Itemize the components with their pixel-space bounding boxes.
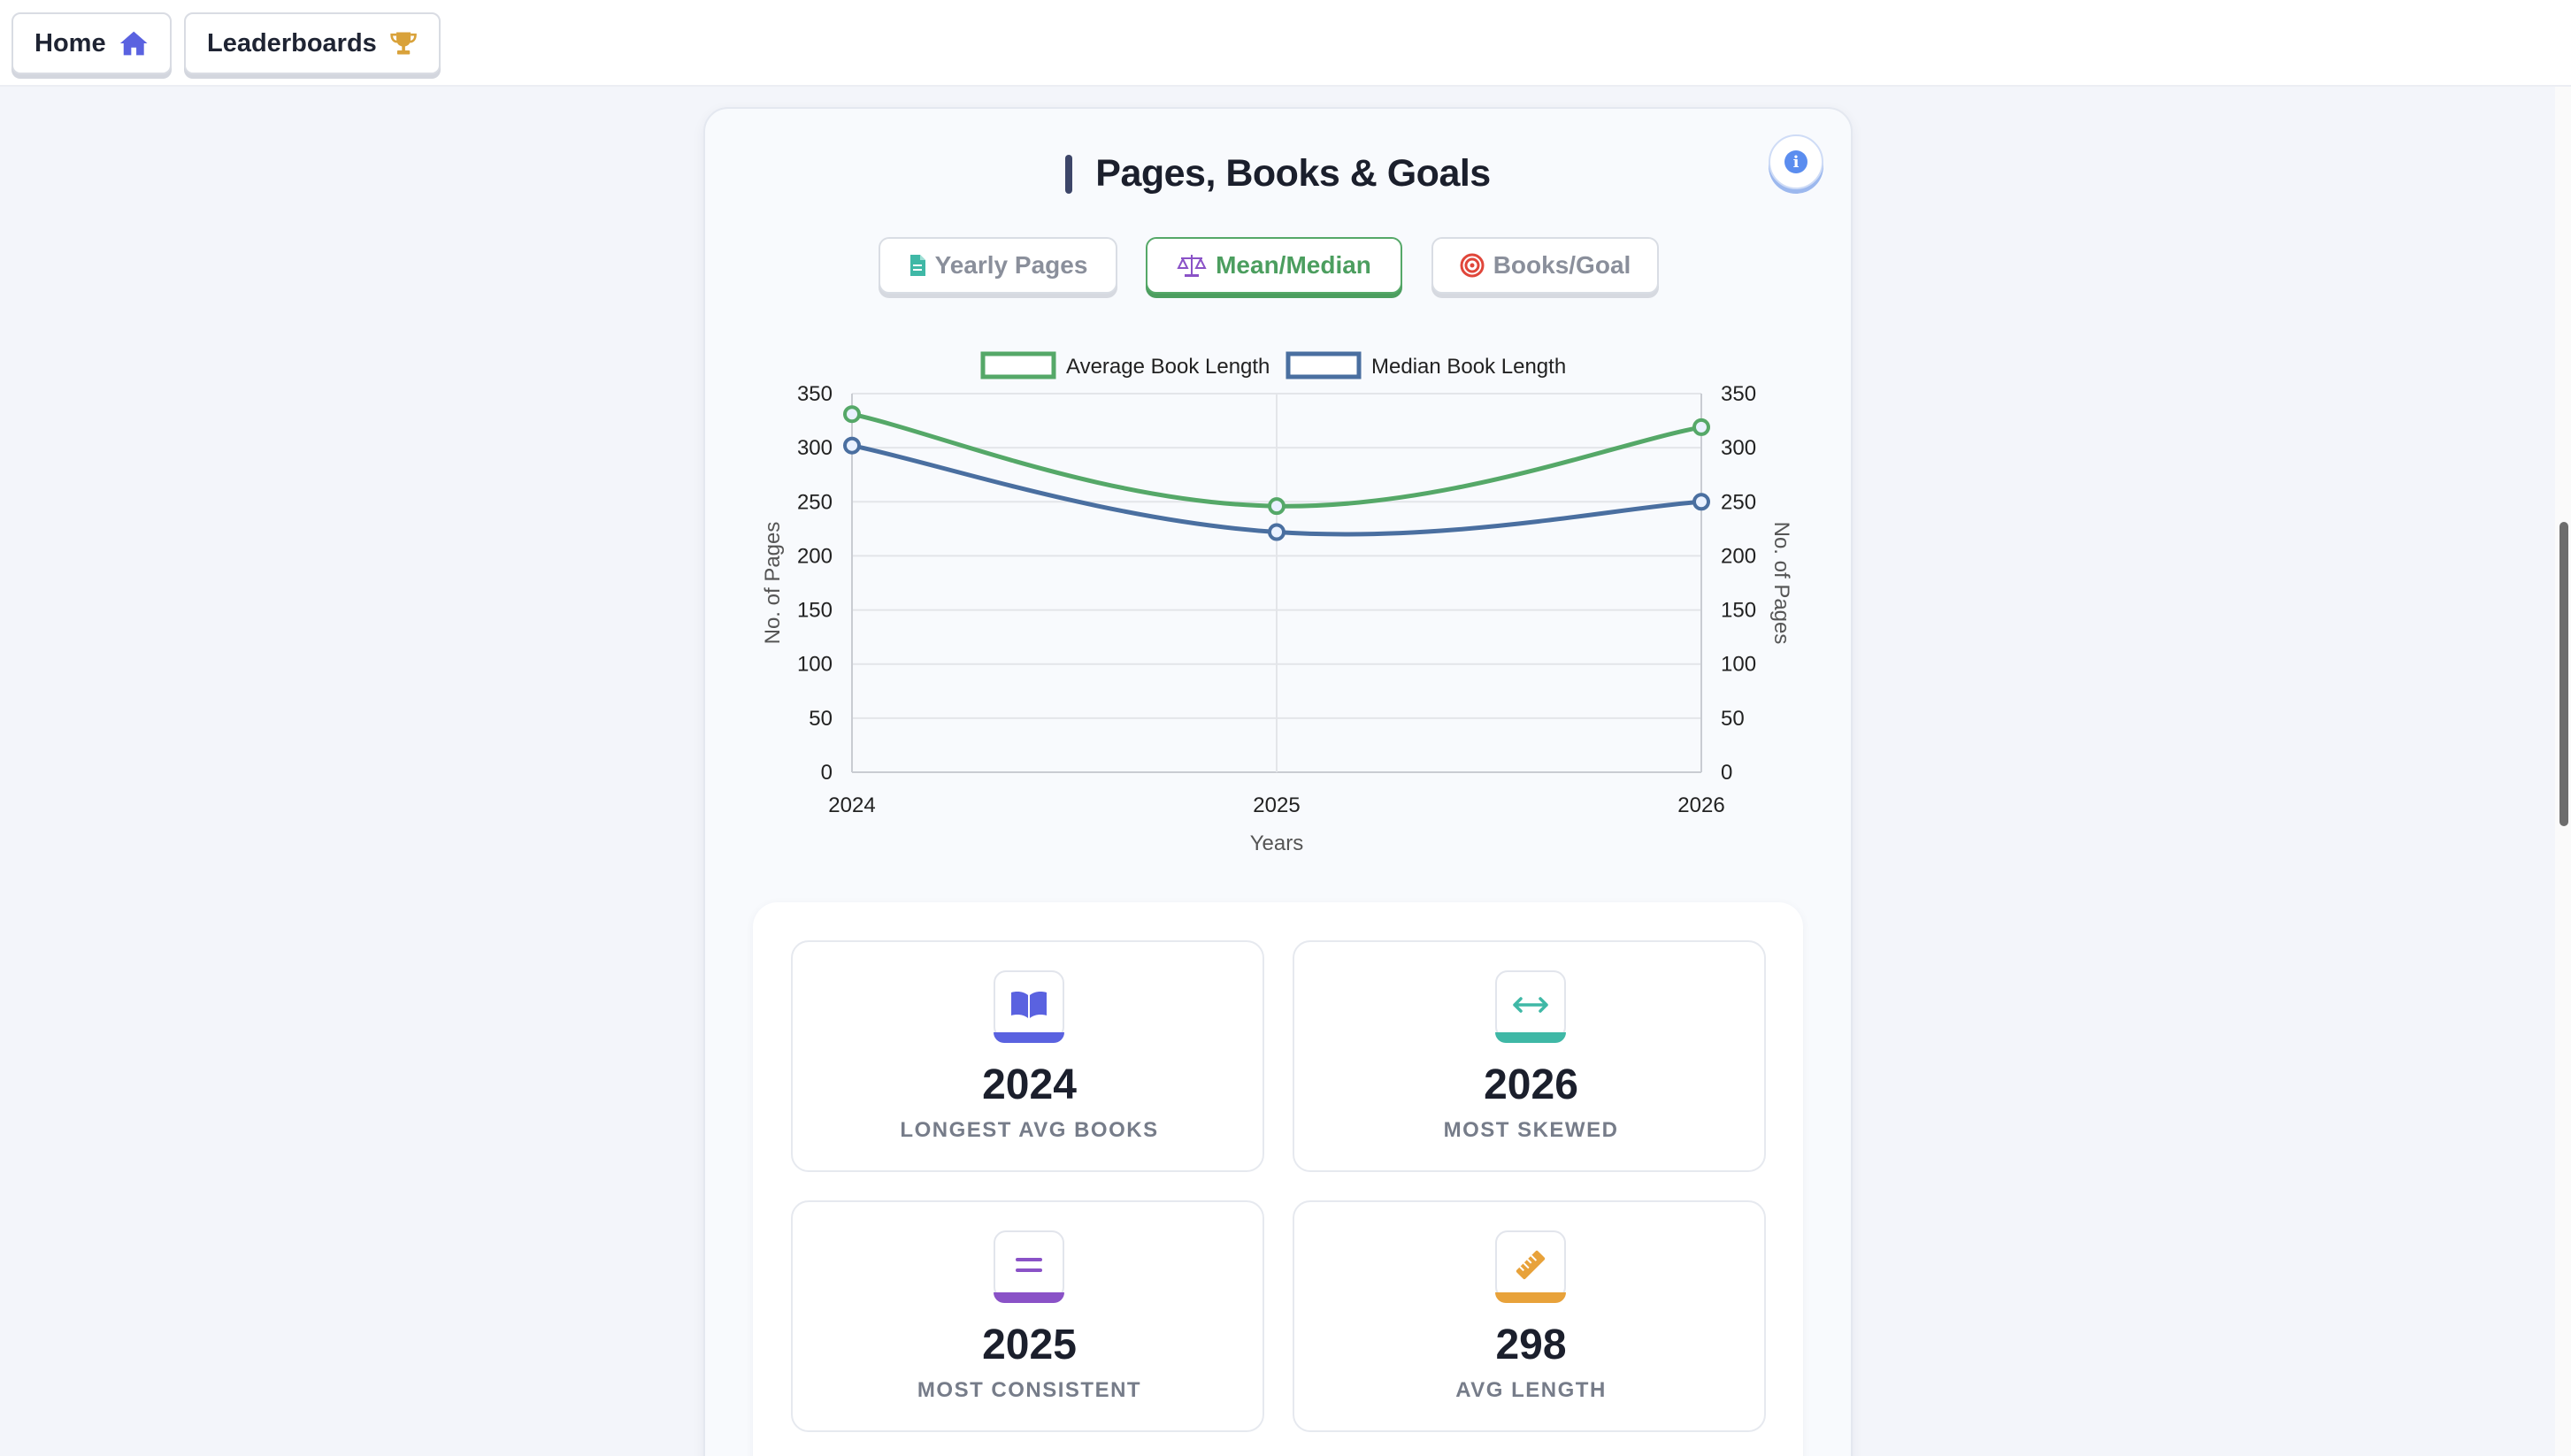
y-axis-title-right: No. of Pages bbox=[1769, 522, 1793, 645]
stat-card-longest-avg-books: 2024 LONGEST AVG BOOKS bbox=[791, 940, 1264, 1172]
legend-swatch-average bbox=[980, 351, 1056, 379]
stat-value: 2025 bbox=[982, 1322, 1077, 1368]
legend-label-average: Average Book Length bbox=[1066, 355, 1270, 379]
stat-card-avg-length: 298 AVG LENGTH bbox=[1293, 1200, 1766, 1432]
y-tick-label-left: 300 bbox=[797, 436, 833, 460]
stat-card-most-consistent: 2025 MOST CONSISTENT bbox=[791, 1200, 1264, 1432]
y-tick-label-left: 100 bbox=[797, 653, 833, 677]
y-tick-label-left: 0 bbox=[821, 761, 833, 785]
stat-icon-accent bbox=[994, 1032, 1064, 1043]
stat-value: 2024 bbox=[982, 1061, 1077, 1108]
stat-card-most-skewed: 2026 MOST SKEWED bbox=[1293, 940, 1766, 1172]
stat-value: 298 bbox=[1495, 1322, 1567, 1368]
stat-icon-accent bbox=[994, 1292, 1064, 1303]
stat-icon-accent bbox=[1495, 1032, 1566, 1043]
stat-icon-box bbox=[1495, 1230, 1566, 1299]
data-point-average bbox=[1692, 418, 1710, 436]
stat-value: 2026 bbox=[1484, 1061, 1578, 1108]
data-point-average bbox=[1268, 497, 1286, 516]
stat-icon-box bbox=[1495, 970, 1566, 1039]
stats-panel: 2024 LONGEST AVG BOOKS 2026 MOST SKEWED … bbox=[753, 902, 1803, 1456]
data-point-median bbox=[843, 436, 861, 455]
y-tick-label-left: 250 bbox=[797, 490, 833, 514]
stat-icon-box bbox=[994, 970, 1064, 1039]
scrollbar[interactable] bbox=[2555, 87, 2571, 1456]
y-tick-label-right: 350 bbox=[1721, 382, 1756, 406]
y-tick-label-right: 0 bbox=[1721, 761, 1732, 785]
data-point-median bbox=[1692, 493, 1710, 511]
y-tick-label-right: 100 bbox=[1721, 653, 1756, 677]
book-icon bbox=[1011, 992, 1047, 1018]
y-tick-label-left: 50 bbox=[809, 707, 833, 731]
legend-label-median: Median Book Length bbox=[1371, 355, 1566, 379]
stat-label: MOST SKEWED bbox=[1443, 1118, 1619, 1142]
x-tick-label: 2026 bbox=[1677, 793, 1724, 817]
data-point-median bbox=[1268, 523, 1286, 541]
y-tick-label-left: 200 bbox=[797, 544, 833, 568]
x-tick-label: 2025 bbox=[1253, 793, 1300, 817]
y-tick-label-right: 50 bbox=[1721, 707, 1745, 731]
y-tick-label-right: 300 bbox=[1721, 436, 1756, 460]
stat-label: LONGEST AVG BOOKS bbox=[900, 1118, 1159, 1142]
y-axis-title-left: No. of Pages bbox=[761, 522, 785, 645]
stat-label: MOST CONSISTENT bbox=[917, 1378, 1142, 1402]
stat-icon-accent bbox=[1495, 1292, 1566, 1303]
stat-label: AVG LENGTH bbox=[1455, 1378, 1607, 1402]
legend-swatch-median bbox=[1286, 351, 1362, 379]
y-tick-label-right: 250 bbox=[1721, 490, 1756, 514]
equals-icon bbox=[1016, 1258, 1042, 1272]
data-point-average bbox=[843, 405, 861, 424]
y-tick-label-right: 200 bbox=[1721, 544, 1756, 568]
mean-median-line-chart: 0 0 50 50 100 100 150 150 200 200 250 250 300 300 350 3… bbox=[761, 351, 1793, 855]
ruler-icon bbox=[1516, 1250, 1546, 1280]
y-tick-label-right: 150 bbox=[1721, 599, 1756, 623]
y-tick-label-left: 350 bbox=[797, 382, 833, 406]
x-tick-label: 2024 bbox=[828, 793, 875, 817]
scrollbar-thumb[interactable] bbox=[2559, 522, 2568, 826]
arrows-horizontal-icon bbox=[1513, 997, 1548, 1013]
stat-icon-box bbox=[994, 1230, 1064, 1299]
x-axis-title: Years bbox=[1250, 831, 1304, 855]
y-tick-label-left: 150 bbox=[797, 599, 833, 623]
